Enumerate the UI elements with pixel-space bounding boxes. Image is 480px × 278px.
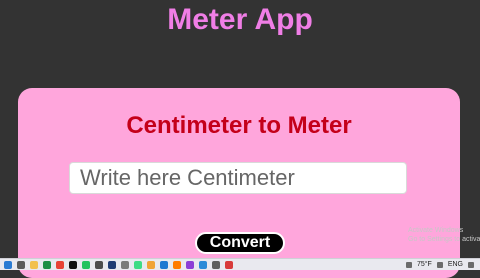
android-icon[interactable]	[134, 260, 142, 269]
network-icon[interactable]	[436, 261, 443, 268]
convert-button[interactable]: Convert	[195, 232, 285, 254]
excel-icon[interactable]	[43, 260, 51, 269]
photoshop-icon[interactable]	[108, 260, 116, 269]
chrome-icon[interactable]	[56, 260, 64, 269]
whatsapp-icon[interactable]	[82, 260, 90, 269]
folder-icon[interactable]	[147, 260, 155, 269]
taskbar-apps	[4, 260, 233, 269]
language-indicator[interactable]: ENG	[448, 261, 463, 268]
media-icon[interactable]	[225, 260, 233, 269]
centimeter-input[interactable]	[69, 162, 407, 194]
weather-icon[interactable]	[405, 261, 412, 268]
edge-icon[interactable]	[199, 260, 207, 269]
app-title: Meter App	[167, 3, 313, 36]
illustrator-icon[interactable]	[173, 260, 181, 269]
camera-icon[interactable]	[95, 260, 103, 269]
search-icon[interactable]	[17, 260, 25, 269]
watermark-line2: Go to Settings to activate	[408, 236, 480, 243]
vscode-icon[interactable]	[160, 260, 168, 269]
watermark-line1: Activate Windows	[408, 227, 464, 234]
system-tray: 75°F ENG	[405, 261, 480, 268]
clock-icon[interactable]	[468, 261, 474, 268]
taskbar: 75°F ENG	[0, 258, 480, 270]
converter-card: Centimeter to Meter Convert	[18, 88, 460, 278]
temperature: 75°F	[416, 261, 432, 268]
store-icon[interactable]	[121, 260, 129, 269]
start-icon[interactable]	[4, 260, 12, 269]
app-icon[interactable]	[186, 260, 194, 269]
activate-windows-watermark: Activate Windows Go to Settings to activ…	[408, 226, 480, 244]
tiktok-icon[interactable]	[69, 260, 77, 269]
settings-icon[interactable]	[212, 260, 220, 269]
converter-title: Centimeter to Meter	[126, 112, 352, 139]
file-explorer-icon[interactable]	[30, 260, 38, 269]
